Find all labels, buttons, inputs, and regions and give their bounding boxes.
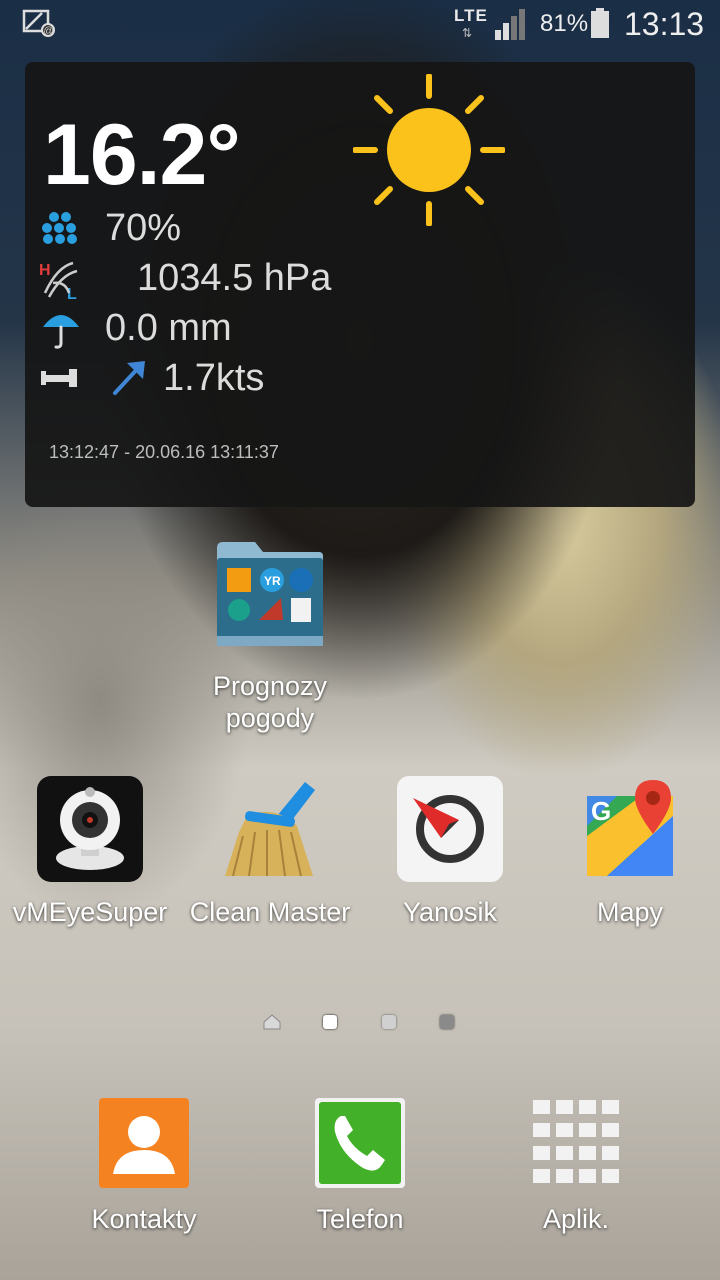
folder-prognozy-pogody[interactable]: YR Prognozy pogody	[180, 540, 360, 734]
app-vmeyesuper[interactable]: vMEyeSuper	[0, 776, 180, 928]
dock-label: Telefon	[316, 1204, 404, 1234]
clock: 13:13	[624, 6, 705, 42]
dock-label: Aplik.	[542, 1204, 610, 1234]
broom-icon	[225, 782, 315, 877]
rain-value: 0.0 mm	[105, 307, 232, 349]
humidity-value: 70%	[105, 207, 182, 249]
webcam-icon	[37, 776, 143, 882]
humidity-icon	[42, 212, 77, 244]
app-label: Clean Master	[189, 897, 351, 927]
weather-update-time: 13:12:47 - 20.06.16 13:11:37	[49, 442, 279, 462]
svg-text:@: @	[44, 26, 54, 37]
pressure-icon: H L	[39, 261, 78, 301]
page-indicator[interactable]	[260, 1012, 460, 1032]
wind-gauge-icon	[41, 369, 77, 387]
app-label: Mapy	[596, 897, 664, 927]
svg-text:G: G	[591, 796, 611, 826]
apps-grid-icon	[533, 1100, 619, 1183]
folder-label-line1: Prognozy	[212, 671, 328, 701]
network-type: LTE	[454, 6, 488, 25]
folder-icon: YR	[217, 542, 323, 646]
weather-widget[interactable]: 16.2° 70% H L 1034.5 hPa 0.0 mm 1.7kts 1…	[25, 62, 695, 507]
app-yanosik[interactable]: Yanosik	[360, 776, 540, 928]
battery-icon	[591, 8, 609, 38]
dock-telefon[interactable]: Telefon	[270, 1098, 450, 1235]
page-dot-active[interactable]	[323, 1015, 337, 1029]
app-mapy[interactable]: G Mapy	[540, 776, 720, 928]
dock-label: Kontakty	[91, 1204, 197, 1234]
svg-text:YR: YR	[264, 574, 281, 588]
sun-icon	[353, 74, 505, 226]
folder-label-line2: pogody	[225, 703, 315, 733]
contacts-icon	[99, 1098, 189, 1188]
app-label: Yanosik	[402, 897, 498, 927]
wind-direction-icon	[113, 361, 145, 395]
signal-strength-icon	[495, 9, 525, 40]
dock-aplikacje[interactable]: Aplik.	[486, 1098, 666, 1235]
home-page-icon[interactable]	[262, 1012, 282, 1032]
yanosik-compass-icon	[397, 776, 503, 882]
app-clean-master[interactable]: Clean Master	[180, 776, 360, 928]
wind-value: 1.7kts	[163, 357, 265, 399]
svg-text:L: L	[67, 286, 77, 301]
page-dot[interactable]	[440, 1015, 454, 1029]
data-activity-icon: ⇅	[462, 26, 473, 40]
screen-mirroring-icon: @	[22, 9, 55, 37]
phone-icon	[315, 1098, 405, 1188]
svg-text:H: H	[39, 262, 51, 279]
pressure-value: 1034.5 hPa	[137, 257, 332, 299]
page-dot[interactable]	[382, 1015, 396, 1029]
temperature: 16.2°	[43, 107, 241, 203]
app-label: vMEyeSuper	[12, 897, 168, 927]
status-bar[interactable]: @ LTE ⇅ 81% 13:13	[0, 0, 720, 50]
umbrella-icon	[43, 315, 79, 349]
dock-kontakty[interactable]: Kontakty	[54, 1098, 234, 1235]
google-maps-icon: G	[587, 780, 673, 876]
battery-percentage: 81%	[540, 10, 589, 37]
